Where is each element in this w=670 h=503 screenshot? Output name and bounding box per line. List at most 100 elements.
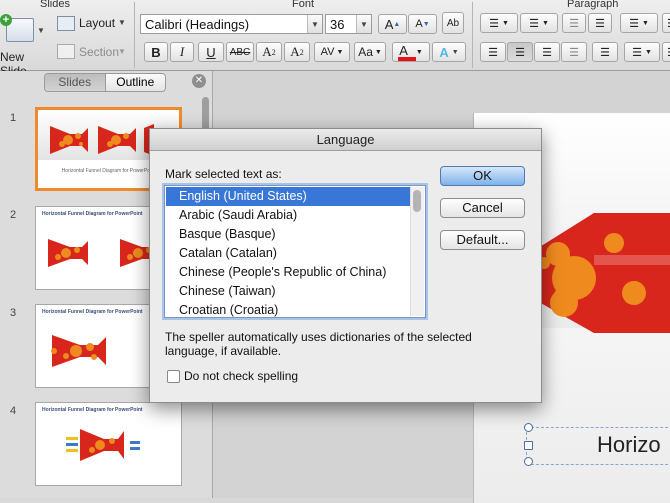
increase-indent-button[interactable]: ☰ <box>588 13 612 33</box>
columns-button[interactable]: ☰ <box>662 13 670 33</box>
speller-info-line2: language, if available. <box>165 344 282 358</box>
align-center-icon: ☰ <box>515 46 525 59</box>
font-color-icon: A <box>399 42 408 58</box>
justify-icon: ☰ <box>569 46 579 59</box>
align-left-button[interactable]: ☰ <box>480 42 506 62</box>
dropdown-arrow-icon: ▼ <box>501 19 509 27</box>
shrink-font-button[interactable]: A ▼ <box>408 14 437 34</box>
dropdown-arrow-icon: ▼ <box>644 48 652 56</box>
change-case-icon: Aa <box>358 45 373 59</box>
do-not-check-spelling-label[interactable]: Do not check spelling <box>184 369 298 383</box>
language-option[interactable]: Chinese (People's Republic of China) <box>166 263 410 282</box>
title-placeholder[interactable]: Horizo <box>526 427 670 465</box>
text-effects-button[interactable]: A ▼ <box>432 42 466 62</box>
justify-button[interactable]: ☰ <box>561 42 587 62</box>
section-label: Section <box>79 45 120 59</box>
character-spacing-button[interactable]: AV ▼ <box>314 42 350 62</box>
font-name-value: Calibri (Headings) <box>145 17 250 32</box>
language-option[interactable]: Croatian (Croatia) <box>166 301 410 317</box>
layout-label: Layout <box>79 16 116 30</box>
font-size-combo[interactable]: 36 ▼ <box>325 14 372 34</box>
resize-handle[interactable] <box>524 457 533 466</box>
dialog-title: Language <box>150 129 541 151</box>
resize-handle[interactable] <box>524 441 533 450</box>
layout-icon <box>57 16 75 31</box>
text-effects-icon: A <box>439 44 449 60</box>
bullets-button[interactable]: ☰ ▼ <box>480 13 518 33</box>
language-option[interactable]: Arabic (Saudi Arabia) <box>166 206 410 225</box>
slide-thumbnail-4[interactable]: Horizontal Funnel Diagram for PowerPoint <box>35 402 182 486</box>
up-arrow-icon: ▲ <box>393 20 401 28</box>
subscript-button[interactable]: A2 <box>284 42 310 62</box>
language-option[interactable]: English (United States) <box>166 187 410 206</box>
line-spacing-icon: ☰ <box>629 17 639 30</box>
font-name-combo[interactable]: Calibri (Headings) ▼ <box>140 14 323 34</box>
superscript-button[interactable]: A2 <box>256 42 282 62</box>
align-left-icon: ☰ <box>488 46 498 59</box>
italic-button[interactable]: I <box>170 42 194 62</box>
slide-title: Horizontal Funnel Diagram for PowerPoint <box>42 211 143 217</box>
strikethrough-button[interactable]: ABC <box>226 42 254 62</box>
mark-selected-text-label: Mark selected text as: <box>165 167 282 181</box>
align-center-button[interactable]: ☰ <box>507 42 533 62</box>
align-right-button[interactable]: ☰ <box>534 42 560 62</box>
tab-slides[interactable]: Slides <box>45 74 106 91</box>
ok-button[interactable]: OK <box>440 166 525 186</box>
paragraph-group-title: Paragraph <box>567 0 619 10</box>
clear-formatting-button[interactable]: Ab <box>442 12 464 34</box>
decrease-indent-icon: ☰ <box>569 17 579 30</box>
font-size-value: 36 <box>330 17 345 32</box>
subscript-mark: 2 <box>299 47 304 57</box>
view-tabs: Slides Outline <box>44 73 166 92</box>
listbox-scrollbar[interactable] <box>410 187 424 316</box>
dropdown-arrow-icon: ▼ <box>415 48 423 56</box>
line-spacing-button[interactable]: ☰ ▼ <box>620 13 658 33</box>
bold-icon: B <box>151 44 161 60</box>
language-option[interactable]: Catalan (Catalan) <box>166 244 410 263</box>
grow-font-icon: A <box>384 16 394 32</box>
cancel-button[interactable]: Cancel <box>440 198 525 218</box>
language-option[interactable]: Chinese (Taiwan) <box>166 282 410 301</box>
dropdown-arrow-icon: ▼ <box>641 19 649 27</box>
section-button[interactable]: Section ▼ <box>55 42 129 62</box>
dropdown-arrow-icon: ▼ <box>37 26 45 35</box>
slide-title-text: Horizo <box>597 432 661 457</box>
grow-font-button[interactable]: A ▲ <box>378 14 407 34</box>
change-case-button[interactable]: Aa ▼ <box>354 42 386 62</box>
columns-button-2[interactable]: ☰ <box>662 42 670 62</box>
slides-group-title: Slides <box>40 0 70 10</box>
language-dialog: Language Mark selected text as: English … <box>149 128 542 403</box>
numbering-icon: ☰ <box>529 17 539 30</box>
increase-indent-icon: ☰ <box>595 17 605 30</box>
superscript-mark: 2 <box>271 47 276 57</box>
down-arrow-icon: ▼ <box>422 20 430 28</box>
font-color-button[interactable]: A ▼ <box>392 42 430 62</box>
language-option[interactable]: Basque (Basque) <box>166 225 410 244</box>
distributed-button[interactable]: ☰ <box>592 42 618 62</box>
dropdown-arrow-icon: ▼ <box>336 48 344 56</box>
resize-handle[interactable] <box>524 423 533 432</box>
dropdown-arrow-icon[interactable]: ▼ <box>307 15 322 33</box>
underline-icon: U <box>206 44 216 60</box>
close-pane-icon[interactable]: ✕ <box>192 74 206 88</box>
listbox-scroll-thumb[interactable] <box>413 190 421 212</box>
speller-info-line1: The speller automatically uses dictionar… <box>165 330 472 344</box>
dropdown-arrow-icon: ▼ <box>451 48 459 56</box>
underline-button[interactable]: U <box>198 42 224 62</box>
funnel-graphic-fragment <box>546 242 574 306</box>
default-button[interactable]: Default... <box>440 230 525 250</box>
bold-button[interactable]: B <box>144 42 168 62</box>
new-slide-button[interactable]: + ▼ New Slide <box>0 14 48 78</box>
slide-title: Horizontal Funnel Diagram for PowerPoint <box>42 309 143 315</box>
text-direction-button[interactable]: ☰ ▼ <box>624 42 660 62</box>
clear-formatting-icon: Ab <box>446 17 460 29</box>
numbering-button[interactable]: ☰ ▼ <box>520 13 558 33</box>
distributed-icon: ☰ <box>600 46 610 59</box>
decrease-indent-button[interactable]: ☰ <box>562 13 586 33</box>
funnel-highlight <box>594 255 670 265</box>
dropdown-arrow-icon[interactable]: ▼ <box>356 15 371 33</box>
tab-outline[interactable]: Outline <box>106 74 166 91</box>
language-listbox[interactable]: English (United States) Arabic (Saudi Ar… <box>164 185 426 318</box>
do-not-check-spelling-checkbox[interactable] <box>167 370 180 383</box>
layout-button[interactable]: Layout ▼ <box>55 14 129 34</box>
